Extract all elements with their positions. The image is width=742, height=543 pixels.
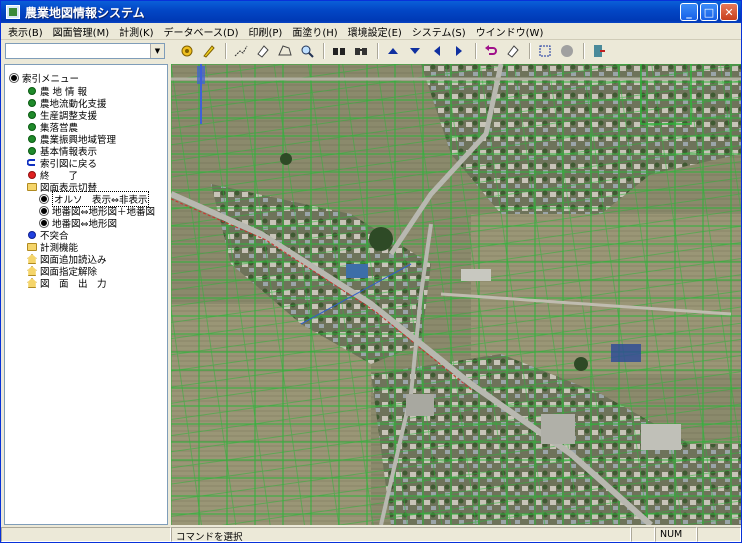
status-pane-left (1, 527, 171, 542)
minimize-button[interactable]: _ (680, 3, 698, 21)
window-title: 農業地図情報システム (25, 5, 145, 20)
right-icon[interactable] (449, 42, 468, 60)
index-menu-tree: 索引メニュー 農 地 情 報 農地流動化支援 生産調整支援 集落営農 農業振興地… (4, 64, 168, 525)
binocular-icon[interactable] (329, 42, 348, 60)
red-dot-icon (27, 170, 37, 180)
toolbar-separator (377, 43, 379, 59)
exit-icon[interactable] (589, 42, 608, 60)
green-dot-icon (27, 134, 37, 144)
toolbar-separator (475, 43, 477, 59)
folder-open-icon (27, 182, 37, 192)
green-dot-icon (27, 146, 37, 156)
green-dot-icon (27, 110, 37, 120)
green-dot-icon (27, 86, 37, 96)
black-dot-icon (39, 206, 49, 216)
black-dot-icon (39, 218, 49, 228)
status-pane-b (697, 527, 741, 542)
toolbar-separator (583, 43, 585, 59)
menu-window[interactable]: ウインドウ(W) (471, 24, 549, 39)
menu-settings[interactable]: 環境設定(E) (343, 24, 407, 39)
app-icon (6, 5, 20, 19)
eraser-icon[interactable] (253, 42, 272, 60)
menu-bar: 表示(B) 図面管理(M) 計測(K) データベース(D) 印刷(P) 面塗り(… (1, 23, 741, 40)
toolbar: ▼ (1, 40, 741, 62)
menu-measure[interactable]: 計測(K) (114, 24, 158, 39)
house-icon (27, 254, 37, 264)
undo-icon[interactable] (481, 42, 500, 60)
house-icon (27, 278, 37, 288)
close-button[interactable]: ✕ (720, 3, 738, 21)
pen-icon[interactable] (199, 42, 218, 60)
maximize-button[interactable]: □ (700, 3, 718, 21)
toolbar-separator (529, 43, 531, 59)
title-bar[interactable]: 農業地図情報システム _ □ ✕ (1, 1, 741, 23)
root-node-icon (9, 73, 19, 83)
left-icon[interactable] (427, 42, 446, 60)
menu-drawing-management[interactable]: 図面管理(M) (48, 24, 114, 39)
stop-icon[interactable] (557, 42, 576, 60)
refresh-icon[interactable] (177, 42, 196, 60)
status-num: NUM (655, 527, 697, 542)
line-measure-icon[interactable] (231, 42, 250, 60)
clear-icon[interactable] (503, 42, 522, 60)
back-arrow-icon (27, 158, 37, 168)
folder-icon (27, 242, 37, 252)
green-dot-icon (27, 122, 37, 132)
down-icon[interactable] (405, 42, 424, 60)
menu-system[interactable]: システム(S) (407, 24, 471, 39)
zoom-icon[interactable] (297, 42, 316, 60)
blue-dot-icon (27, 230, 37, 240)
binocular2-icon[interactable] (351, 42, 370, 60)
app-window: 農業地図情報システム _ □ ✕ 表示(B) 図面管理(M) 計測(K) データ… (0, 0, 742, 543)
green-dot-icon (27, 98, 37, 108)
tree-root[interactable]: 索引メニュー (9, 72, 80, 85)
menu-view[interactable]: 表示(B) (3, 24, 48, 39)
house-icon (27, 266, 37, 276)
status-pane-a (631, 527, 655, 542)
map-canvas[interactable] (171, 64, 741, 525)
up-icon[interactable] (383, 42, 402, 60)
status-message: コマンドを選択 (171, 527, 631, 542)
chevron-down-icon[interactable]: ▼ (150, 44, 164, 58)
status-bar: コマンドを選択 NUM (1, 527, 741, 543)
area-icon[interactable] (275, 42, 294, 60)
menu-fill[interactable]: 面塗り(H) (287, 24, 342, 39)
toolbar-separator (323, 43, 325, 59)
aerial-map-view[interactable] (171, 64, 741, 525)
toolbar-separator (225, 43, 227, 59)
select-icon[interactable] (535, 42, 554, 60)
tree-root-label: 索引メニュー (22, 74, 80, 85)
tree-item-label: 図 面 出 力 (40, 279, 107, 290)
layer-combo[interactable]: ▼ (5, 43, 165, 59)
menu-database[interactable]: データベース(D) (158, 24, 243, 39)
tree-item-output-drawing[interactable]: 図 面 出 力 (27, 277, 107, 290)
menu-print[interactable]: 印刷(P) (244, 24, 288, 39)
black-dot-icon (39, 194, 49, 204)
